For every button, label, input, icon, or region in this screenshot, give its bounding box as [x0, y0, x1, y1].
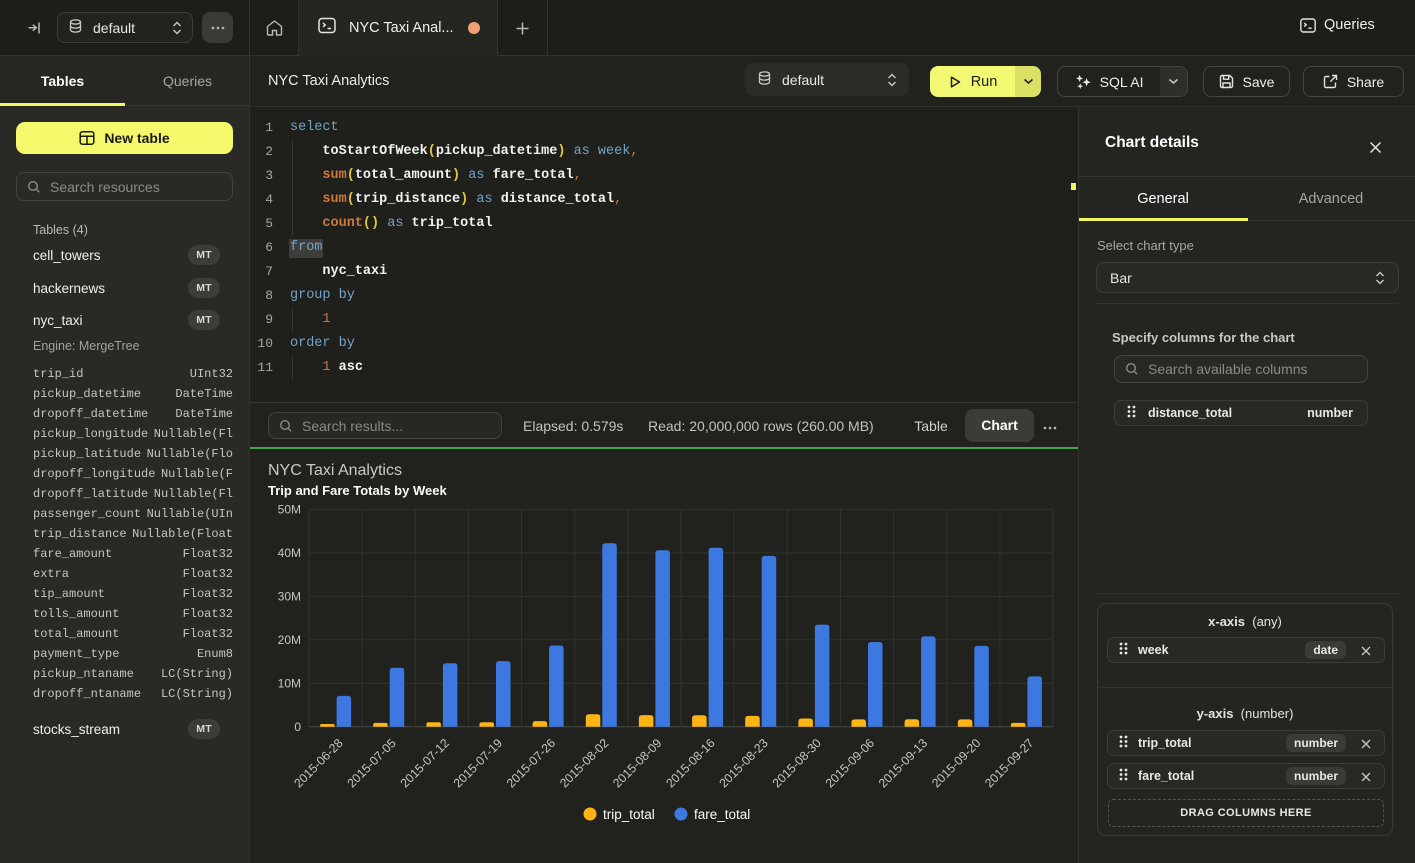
svg-text:0: 0 [294, 720, 301, 734]
svg-text:2015-09-20: 2015-09-20 [929, 736, 983, 790]
svg-text:NYC Taxi Analytics: NYC Taxi Analytics [268, 462, 402, 479]
svg-text:2015-07-19: 2015-07-19 [451, 736, 505, 790]
svg-text:20M: 20M [278, 633, 301, 647]
svg-text:2015-07-12: 2015-07-12 [398, 736, 452, 790]
svg-text:2015-09-27: 2015-09-27 [982, 736, 1036, 790]
svg-text:40M: 40M [278, 546, 301, 560]
svg-text:2015-06-28: 2015-06-28 [291, 736, 345, 790]
svg-text:2015-08-23: 2015-08-23 [716, 736, 770, 790]
svg-text:30M: 30M [278, 589, 301, 603]
svg-text:2015-08-09: 2015-08-09 [610, 736, 664, 790]
svg-text:10M: 10M [278, 676, 301, 690]
svg-text:2015-08-16: 2015-08-16 [663, 736, 717, 790]
svg-text:2015-07-26: 2015-07-26 [504, 736, 558, 790]
svg-text:2015-08-30: 2015-08-30 [770, 736, 824, 790]
svg-text:trip_total: trip_total [603, 807, 655, 822]
svg-text:2015-09-13: 2015-09-13 [876, 736, 930, 790]
svg-text:Trip and Fare Totals by Week: Trip and Fare Totals by Week [268, 483, 447, 498]
svg-text:2015-09-06: 2015-09-06 [823, 736, 877, 790]
svg-text:50M: 50M [278, 502, 301, 516]
svg-text:2015-07-05: 2015-07-05 [344, 736, 398, 790]
svg-text:fare_total: fare_total [694, 807, 750, 822]
svg-text:2015-08-02: 2015-08-02 [557, 736, 611, 790]
